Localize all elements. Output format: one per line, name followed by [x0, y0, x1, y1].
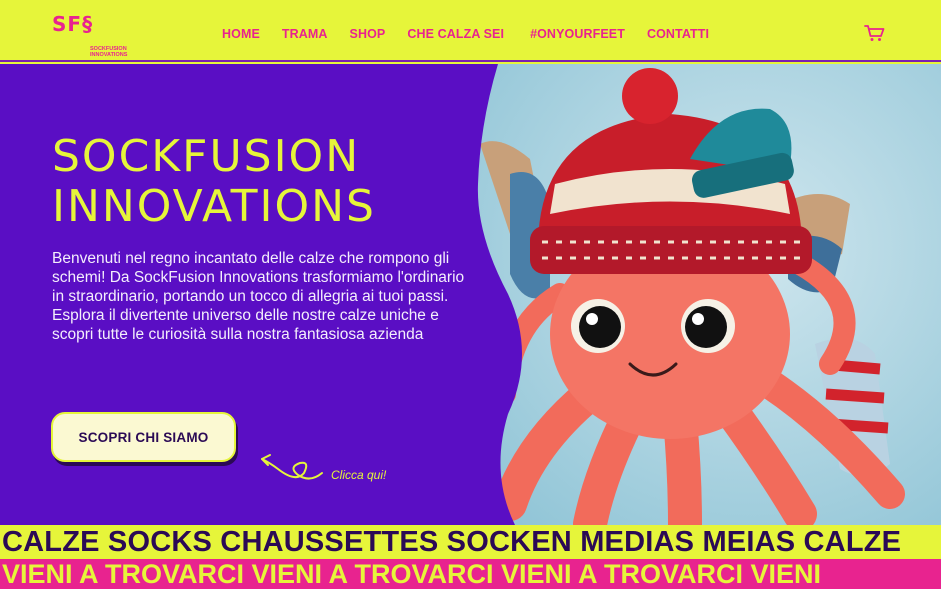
discover-about-button[interactable]: SCOPRI CHI SIAMO: [51, 412, 236, 462]
main-nav: HOME TRAMA SHOP CHE CALZA SEI #ONYOURFEE…: [222, 27, 731, 41]
marquee-visit-us-text: VIENI A TROVARCI VIENI A TROVARCI VIENI …: [2, 559, 822, 589]
hero-intro-paragraph-1: Benvenuti nel regno incantato delle calz…: [52, 250, 465, 305]
hero-intro: Benvenuti nel regno incantato delle calz…: [52, 249, 472, 344]
marquee-languages-text: CALZE SOCKS CHAUSSETTES SOCKEN MEDIAS ME…: [2, 526, 902, 558]
discover-about-label: SCOPRI CHI SIAMO: [78, 429, 209, 445]
site-header: SF§ SOCKFUSION INNOVATIONS HOME TRAMA SH…: [0, 0, 941, 62]
marquee-languages: CALZE SOCKS CHAUSSETTES SOCKEN MEDIAS ME…: [0, 525, 941, 559]
hero-section: SOCKFUSION INNOVATIONS Benvenuti nel reg…: [0, 64, 941, 525]
hero-intro-paragraph-2: Esplora il divertente universo delle nos…: [52, 307, 439, 343]
marquee-visit-us: VIENI A TROVARCI VIENI A TROVARCI VIENI …: [0, 559, 941, 589]
nav-shop[interactable]: SHOP: [350, 27, 386, 41]
nav-onyourfeet[interactable]: #ONYOURFEET: [530, 27, 625, 41]
logo-mark: SF§: [52, 12, 94, 36]
octopus-illustration: [470, 64, 941, 525]
nav-trama[interactable]: TRAMA: [282, 27, 328, 41]
cart-icon[interactable]: [864, 24, 886, 42]
click-here-hint: Clicca qui!: [331, 468, 387, 482]
nav-contatti[interactable]: CONTATTI: [647, 27, 709, 41]
hero-title: SOCKFUSION INNOVATIONS: [52, 132, 482, 232]
curly-arrow-icon: [261, 454, 323, 480]
nav-home[interactable]: HOME: [222, 27, 260, 41]
logo[interactable]: SF§ SOCKFUSION INNOVATIONS: [52, 12, 152, 60]
nav-che-calza-sei[interactable]: CHE CALZA SEI: [407, 27, 504, 41]
logo-subtitle: SOCKFUSION INNOVATIONS: [90, 46, 128, 58]
hero-title-line-1: SOCKFUSION: [52, 131, 361, 182]
page: SF§ SOCKFUSION INNOVATIONS HOME TRAMA SH…: [0, 0, 941, 589]
hero-title-line-2: INNOVATIONS: [52, 181, 376, 232]
